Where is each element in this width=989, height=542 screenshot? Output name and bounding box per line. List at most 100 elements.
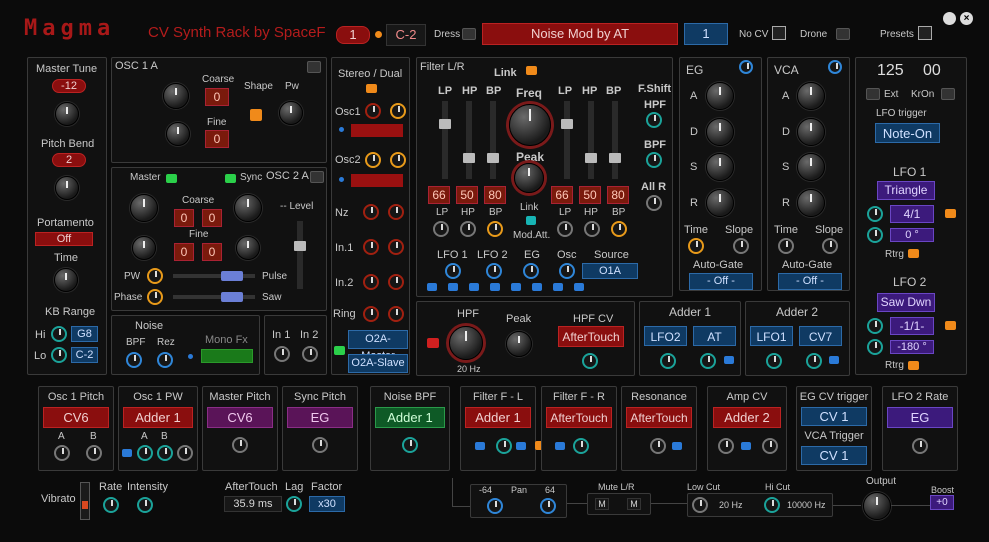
vca-mode-knob[interactable] (828, 60, 842, 74)
vca-attack-knob[interactable] (797, 82, 825, 110)
osc2-phase-knob[interactable] (147, 289, 163, 305)
osc2-sync-knob[interactable] (234, 194, 262, 222)
filter-mod-led-7[interactable] (553, 283, 563, 291)
mod-amp-cv-led[interactable] (741, 442, 751, 450)
o2a-slave-button[interactable]: O2A-Slave (348, 354, 408, 373)
osc2-fine-a[interactable]: 0 (174, 243, 194, 261)
osc2-fine-knob[interactable] (236, 236, 260, 260)
eg-slope-knob[interactable] (733, 238, 749, 254)
filter-hp-fader-l[interactable] (463, 100, 475, 180)
filter-link-led[interactable] (526, 66, 537, 75)
mod-amp-cv-knob-a[interactable] (718, 438, 734, 454)
portamento-value[interactable]: Off (35, 232, 93, 246)
nocv-doc-icon[interactable] (772, 26, 786, 40)
pitch-bend-knob[interactable] (55, 176, 79, 200)
eg-decay-knob[interactable] (706, 118, 734, 146)
output-knob[interactable] (863, 492, 891, 520)
bpm-fraction[interactable]: 00 (923, 62, 941, 80)
lfo1-rtrg-led[interactable] (908, 249, 919, 258)
mod-master-pitch-knob[interactable] (232, 437, 248, 453)
vibrato-intensity-knob[interactable] (137, 497, 153, 513)
mute-right-button[interactable]: M (627, 498, 641, 510)
mod-osc1-pw-knob-a[interactable] (137, 445, 153, 461)
lfo1-phase-value[interactable]: 0 ° (890, 228, 934, 242)
mod-osc1-pw-value[interactable]: Adder 1 (123, 407, 193, 428)
lfo-trigger-value[interactable]: Note-On (875, 123, 940, 143)
dress-toggle[interactable] (462, 28, 476, 40)
stereo-osc1-knob2[interactable] (390, 103, 406, 119)
osc1-toggle[interactable] (307, 61, 321, 73)
minimize-icon[interactable] (943, 12, 956, 25)
ext-toggle[interactable] (866, 88, 880, 100)
filter-hp-mod-knob-r[interactable] (584, 221, 600, 237)
adder2-knob-b[interactable] (806, 353, 822, 369)
presets-doc-icon[interactable] (918, 26, 932, 40)
factor-value[interactable]: x30 (309, 496, 345, 512)
master-tune-knob[interactable] (55, 102, 79, 126)
eg-mode-knob[interactable] (739, 60, 753, 74)
pan-right-knob[interactable] (540, 498, 556, 514)
adder1-input-b[interactable]: AT (693, 326, 736, 346)
drone-toggle[interactable] (836, 28, 850, 40)
adder1-led[interactable] (724, 356, 734, 364)
mute-left-button[interactable]: M (595, 498, 609, 510)
osc2-sync-led[interactable] (225, 174, 236, 183)
filter-val-4[interactable]: 66 (551, 186, 573, 204)
stereo-ring-knob[interactable] (363, 306, 379, 322)
filter-peak-knob[interactable] (514, 163, 544, 193)
osc1-fine-value[interactable]: 0 (205, 130, 229, 148)
stereo-slave-led[interactable] (334, 346, 345, 355)
filter-osc-knob[interactable] (559, 263, 575, 279)
filter-link2-led[interactable] (526, 216, 536, 225)
osc1-fine-knob[interactable] (166, 122, 190, 146)
mod-sync-pitch-value[interactable]: EG (287, 407, 353, 428)
filter-bp-fader-l[interactable] (487, 100, 499, 180)
hpf-cv-value[interactable]: AfterTouch (558, 326, 624, 347)
adder1-input-a[interactable]: LFO2 (644, 326, 687, 346)
filter-freq-knob[interactable] (509, 104, 551, 146)
adder2-input-b[interactable]: CV7 (799, 326, 842, 346)
hicut-knob[interactable] (764, 497, 780, 513)
filter-mod-led-4[interactable] (490, 283, 500, 291)
lfo2-rate-knob[interactable] (867, 318, 883, 334)
master-tune-value[interactable]: -12 (52, 79, 86, 93)
mod-osc1-pitch-value[interactable]: CV6 (43, 407, 109, 428)
eg-time-knob[interactable] (688, 238, 704, 254)
filter-lp-fader-r[interactable] (561, 100, 573, 180)
mod-filter-fl-led[interactable] (475, 442, 485, 450)
mod-noise-bpf-value[interactable]: Adder 1 (375, 407, 445, 428)
kb-hi-value[interactable]: G8 (71, 326, 98, 342)
adder1-knob-b[interactable] (700, 353, 716, 369)
noise-bpf-knob[interactable] (126, 352, 142, 368)
filter-val-1[interactable]: 66 (428, 186, 450, 204)
osc2-saw-slider[interactable] (172, 292, 256, 302)
adder2-knob-a[interactable] (766, 353, 782, 369)
mod-vca-trigger-value[interactable]: CV 1 (801, 446, 867, 465)
osc1-coarse-knob[interactable] (163, 83, 189, 109)
mod-resonance-value[interactable]: AfterTouch (626, 407, 692, 428)
o2a-master-button[interactable]: O2A-Master (348, 330, 408, 362)
close-icon[interactable]: × (960, 12, 973, 25)
hpf-enable-led[interactable] (427, 338, 439, 348)
vca-time-knob[interactable] (778, 238, 794, 254)
mod-osc1-pitch-knob-b[interactable] (86, 445, 102, 461)
filter-bp-mod-knob-r[interactable] (611, 221, 627, 237)
lowcut-knob[interactable] (692, 497, 708, 513)
mod-noise-bpf-knob[interactable] (402, 437, 418, 453)
filter-lfo1-knob[interactable] (445, 263, 461, 279)
stereo-ring-knob2[interactable] (388, 306, 404, 322)
osc2-coarse-b[interactable]: 0 (202, 209, 222, 227)
filter-mod-led-5[interactable] (511, 283, 521, 291)
filter-bp-fader-r[interactable] (609, 100, 621, 180)
osc2-toggle[interactable] (310, 171, 324, 183)
kron-toggle[interactable] (941, 88, 955, 100)
adder2-led[interactable] (829, 356, 839, 364)
filter-val-2[interactable]: 50 (456, 186, 478, 204)
stereo-osc1-knob[interactable] (365, 103, 381, 119)
osc2-coarse-a[interactable]: 0 (174, 209, 194, 227)
pan-left-knob[interactable] (487, 498, 503, 514)
mod-filter-fl-led2[interactable] (516, 442, 526, 450)
filter-mod-led-3[interactable] (469, 283, 479, 291)
eg-release-knob[interactable] (706, 189, 734, 217)
mod-lfo2-rate-knob[interactable] (912, 438, 928, 454)
